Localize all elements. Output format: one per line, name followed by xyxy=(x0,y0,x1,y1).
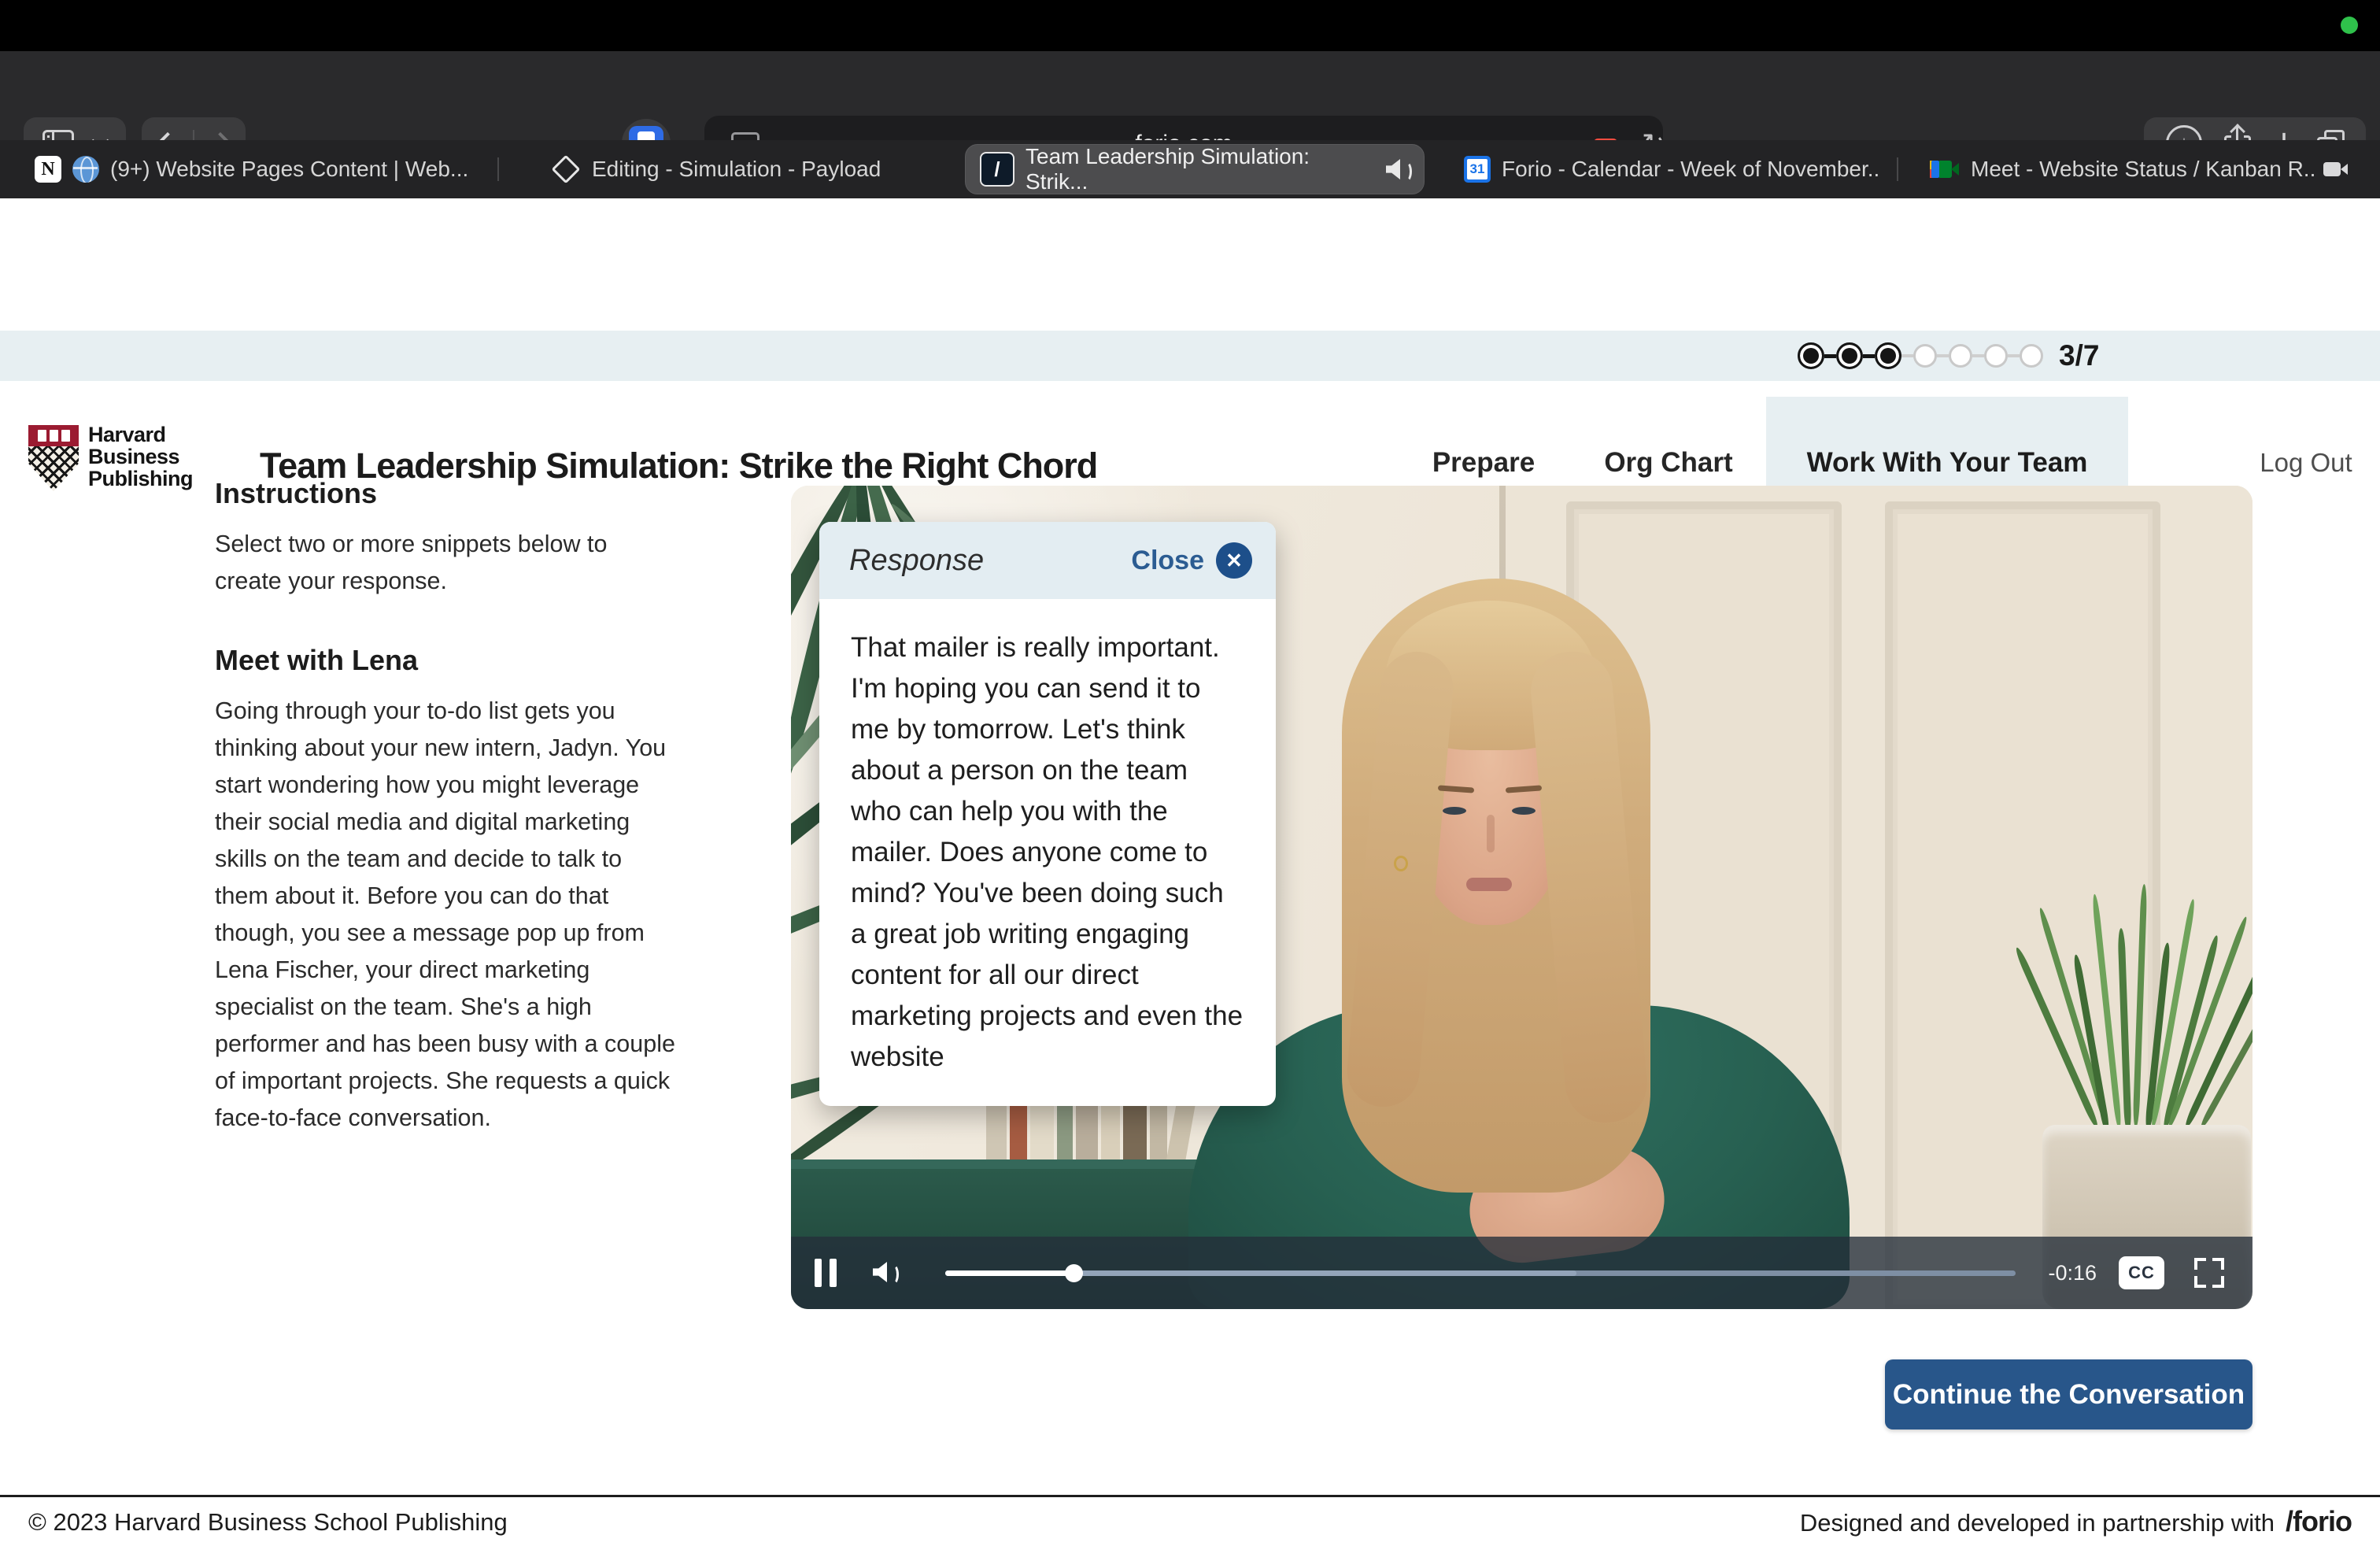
tab-separator xyxy=(1897,157,1898,181)
pause-icon-bar xyxy=(830,1259,837,1287)
speaker-cone xyxy=(873,1262,887,1282)
speaker-wave xyxy=(1401,161,1412,182)
response-popup-title: Response xyxy=(849,544,984,578)
fullscreen-corner xyxy=(2194,1258,2206,1270)
video-progress-track[interactable] xyxy=(945,1270,2016,1276)
fullscreen-button[interactable] xyxy=(2194,1258,2224,1288)
page-title: Team Leadership Simulation: Strike the R… xyxy=(260,446,1097,486)
video-camera-body xyxy=(2323,162,2341,176)
pause-icon-bar xyxy=(815,1259,822,1287)
globe-meridian xyxy=(80,157,94,183)
progress-dot xyxy=(2020,344,2043,368)
menu-bar xyxy=(0,0,2380,51)
browser-tab-meet[interactable]: Meet - Website Status / Kanban R... xyxy=(1930,140,2315,198)
tab-label: Team Leadership Simulation: Strik... xyxy=(1026,144,1375,194)
scene-body: Going through your to-do list gets you t… xyxy=(215,693,681,1137)
logo-wordmark: Harvard Business Publishing xyxy=(88,423,193,490)
camera-active-indicator xyxy=(2341,17,2358,34)
progress-connector xyxy=(1937,354,1949,357)
scene-heading: Meet with Lena xyxy=(215,644,418,677)
logo-line: Harvard xyxy=(88,423,193,446)
lips xyxy=(1466,878,1512,891)
progress-fraction: 3/7 xyxy=(2059,331,2099,381)
shield-crimson-band xyxy=(28,425,79,446)
continue-conversation-button[interactable]: Continue the Conversation xyxy=(1885,1359,2252,1429)
browser-tab-notion[interactable]: N (9+) Website Pages Content | Web... xyxy=(35,140,487,198)
progress-dot xyxy=(1913,344,1937,368)
eye xyxy=(1443,807,1466,815)
google-meet-icon xyxy=(1930,157,1960,181)
progress-dot xyxy=(1875,342,1901,369)
response-popup: Response Close ✕ That mailer is really i… xyxy=(819,522,1276,1106)
progress-dot xyxy=(1798,342,1824,369)
globe-icon xyxy=(72,156,99,183)
partnership-text: Designed and developed in partnership wi… xyxy=(1800,1505,2352,1538)
shield-book xyxy=(50,430,58,442)
response-popup-body: That mailer is really important. I'm hop… xyxy=(819,599,1276,1106)
meet-icon-green xyxy=(1939,161,1952,178)
app-header: Harvard Business Publishing Team Leaders… xyxy=(0,198,2380,331)
notion-icon: N xyxy=(35,156,61,183)
browser-tab-calendar[interactable]: 31 Forio - Calendar - Week of November..… xyxy=(1464,140,1881,198)
tab-label: Forio - Calendar - Week of November... xyxy=(1502,157,1881,182)
video-progress-handle[interactable] xyxy=(1065,1264,1083,1282)
close-label: Close xyxy=(1131,546,1204,576)
eye xyxy=(1512,807,1536,815)
google-calendar-icon: 31 xyxy=(1464,156,1491,183)
video-player[interactable]: Response Close ✕ That mailer is really i… xyxy=(791,486,2252,1309)
browser-tab-active-simulation[interactable]: / Team Leadership Simulation: Strik... xyxy=(965,144,1425,194)
shield-book xyxy=(61,430,70,442)
tab-separator xyxy=(497,157,499,181)
response-popup-header: Response Close ✕ xyxy=(819,522,1276,599)
progress-dots xyxy=(1798,331,2043,381)
progress-dot xyxy=(1984,344,2008,368)
tab-label: Meet - Website Status / Kanban R... xyxy=(1971,157,2315,182)
progress-connector xyxy=(1972,354,1984,357)
browser-tab-payload[interactable]: Editing - Simulation - Payload xyxy=(551,140,960,198)
log-out-link[interactable]: Log Out xyxy=(2251,397,2361,529)
shield-book xyxy=(38,430,46,442)
instructions-body: Select two or more snippets below to cre… xyxy=(215,526,670,600)
progress-dot xyxy=(1836,342,1863,369)
earring xyxy=(1394,856,1408,871)
close-button[interactable]: Close ✕ xyxy=(1131,542,1252,579)
progress-connector xyxy=(2008,354,2020,357)
browser-tab-bar: N (9+) Website Pages Content | Web... Ed… xyxy=(0,140,2380,198)
calendar-day-number: 31 xyxy=(1467,159,1488,179)
closed-captions-button[interactable]: CC xyxy=(2119,1256,2164,1289)
meet-icon-wedge xyxy=(1951,163,1959,176)
progress-dot xyxy=(1949,344,1972,368)
forio-slash-icon: / xyxy=(980,152,1014,187)
copyright-text: © 2023 Harvard Business School Publishin… xyxy=(28,1508,508,1537)
nose-shadow xyxy=(1487,815,1495,853)
speaker-cone xyxy=(1386,159,1400,179)
instructions-heading: Instructions xyxy=(215,477,377,510)
video-progress-fill xyxy=(945,1270,1074,1276)
fullscreen-corner xyxy=(2194,1276,2206,1288)
fullscreen-corner xyxy=(2212,1258,2224,1270)
payload-icon xyxy=(552,155,581,184)
progress-connector xyxy=(1824,354,1836,358)
globe-equator xyxy=(73,167,98,169)
screen: forio.com ↻ ↓ + N xyxy=(0,0,2380,1546)
progress-connector xyxy=(1901,354,1913,357)
forio-logo-text: /forio xyxy=(2286,1505,2352,1538)
speaker-wave xyxy=(888,1264,899,1285)
tab-label: (9+) Website Pages Content | Web... xyxy=(110,157,468,182)
video-camera-lens xyxy=(2341,164,2348,175)
meet-icon-blue xyxy=(1931,161,1939,178)
browser-toolbar: forio.com ↻ ↓ + xyxy=(0,51,2380,140)
video-controls-bar: -0:16 CC xyxy=(791,1237,2252,1309)
harvard-shield-logo xyxy=(28,425,79,491)
logo-line: Publishing xyxy=(88,468,193,490)
tab-label: Editing - Simulation - Payload xyxy=(592,157,881,182)
fullscreen-corner xyxy=(2212,1276,2224,1288)
time-remaining: -0:16 xyxy=(2048,1237,2097,1309)
close-icon: ✕ xyxy=(1216,542,1252,579)
logo-line: Business xyxy=(88,446,193,468)
progress-connector xyxy=(1863,354,1875,358)
partnership-label: Designed and developed in partnership wi… xyxy=(1800,1509,2275,1537)
tab-audio-icon[interactable] xyxy=(1386,159,1410,179)
